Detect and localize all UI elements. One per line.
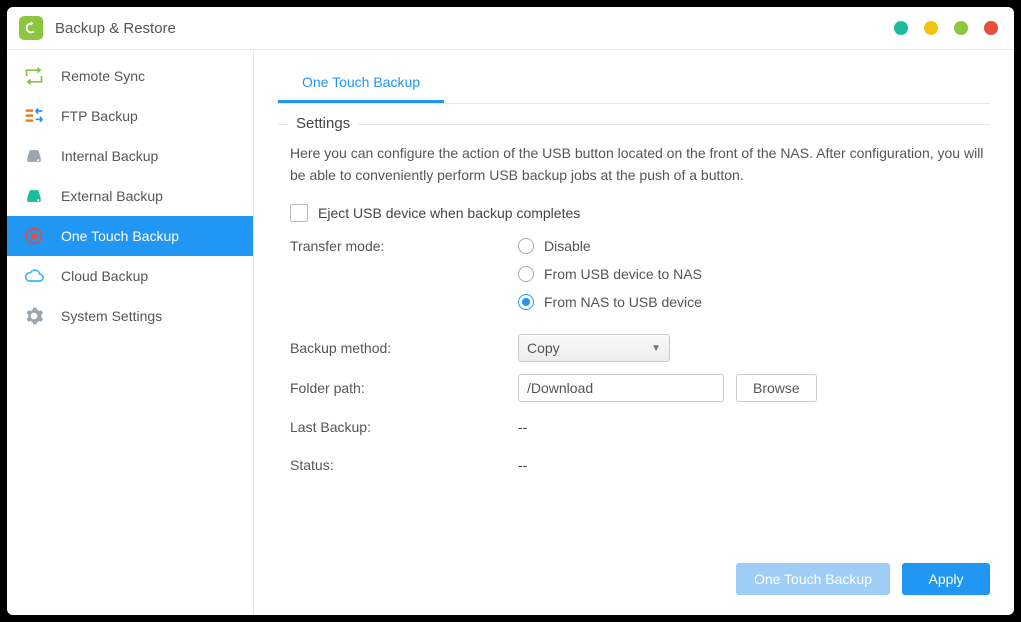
radio-icon <box>518 266 534 282</box>
last-backup-row: Last Backup: -- <box>290 414 990 440</box>
sidebar: Remote Sync FTP Backup Internal Backup E… <box>7 50 254 615</box>
internal-drive-icon <box>23 145 45 167</box>
sidebar-item-label: Internal Backup <box>61 148 158 164</box>
sidebar-item-one-touch-backup[interactable]: One Touch Backup <box>7 216 253 256</box>
method-select[interactable]: Copy ▼ <box>518 334 670 362</box>
method-row: Backup method: Copy ▼ <box>290 334 990 362</box>
radio-icon <box>518 294 534 310</box>
sidebar-item-ftp-backup[interactable]: FTP Backup <box>7 96 253 136</box>
status-value: -- <box>518 457 527 473</box>
ftp-icon <box>23 105 45 127</box>
cloud-icon <box>23 265 45 287</box>
sidebar-item-label: System Settings <box>61 308 162 324</box>
titlebar: Backup & Restore <box>7 7 1014 50</box>
sync-icon <box>23 65 45 87</box>
app-window: Backup & Restore Remote Sync FTP Backup <box>7 7 1014 615</box>
window-control-minimize[interactable] <box>894 21 908 35</box>
transfer-row: Transfer mode: Disable From USB device t… <box>290 238 990 322</box>
path-label: Folder path: <box>290 380 518 396</box>
external-drive-icon <box>23 185 45 207</box>
transfer-option-disable[interactable]: Disable <box>518 238 990 254</box>
eject-checkbox[interactable] <box>290 204 308 222</box>
sidebar-item-remote-sync[interactable]: Remote Sync <box>7 56 253 96</box>
radio-label: From NAS to USB device <box>544 294 702 310</box>
window-title: Backup & Restore <box>55 20 176 37</box>
gear-icon <box>23 305 45 327</box>
sidebar-item-label: Remote Sync <box>61 68 145 84</box>
window-controls <box>894 21 998 35</box>
one-touch-backup-button[interactable]: One Touch Backup <box>736 563 890 595</box>
sidebar-item-label: One Touch Backup <box>61 228 179 244</box>
sidebar-item-label: FTP Backup <box>61 108 138 124</box>
status-row: Status: -- <box>290 452 990 478</box>
window-control-close[interactable] <box>984 21 998 35</box>
last-backup-value: -- <box>518 419 527 435</box>
status-label: Status: <box>290 457 518 473</box>
transfer-label: Transfer mode: <box>290 238 518 254</box>
settings-legend: Settings <box>288 115 358 132</box>
apply-button[interactable]: Apply <box>902 563 990 595</box>
sidebar-item-internal-backup[interactable]: Internal Backup <box>7 136 253 176</box>
window-control-maximize[interactable] <box>954 21 968 35</box>
browse-button[interactable]: Browse <box>736 374 817 402</box>
tab-one-touch-backup[interactable]: One Touch Backup <box>278 68 444 103</box>
eject-row: Eject USB device when backup completes <box>290 200 990 226</box>
window-control-help[interactable] <box>924 21 938 35</box>
sidebar-item-system-settings[interactable]: System Settings <box>7 296 253 336</box>
eject-label: Eject USB device when backup completes <box>318 205 580 221</box>
chevron-down-icon: ▼ <box>651 343 661 354</box>
path-value: /Download <box>527 380 593 396</box>
sidebar-item-cloud-backup[interactable]: Cloud Backup <box>7 256 253 296</box>
sidebar-item-external-backup[interactable]: External Backup <box>7 176 253 216</box>
record-icon <box>23 225 45 247</box>
transfer-option-usb2nas[interactable]: From USB device to NAS <box>518 266 990 282</box>
transfer-options: Disable From USB device to NAS From NAS … <box>518 238 990 322</box>
app-icon <box>19 16 43 40</box>
sidebar-item-label: Cloud Backup <box>61 268 148 284</box>
method-label: Backup method: <box>290 340 518 356</box>
path-input[interactable]: /Download <box>518 374 724 402</box>
last-backup-label: Last Backup: <box>290 419 518 435</box>
select-value: Copy <box>527 340 560 356</box>
main-panel: One Touch Backup Settings Here you can c… <box>254 50 1014 615</box>
footer: One Touch Backup Apply <box>278 547 990 615</box>
radio-label: From USB device to NAS <box>544 266 702 282</box>
sidebar-item-label: External Backup <box>61 188 163 204</box>
settings-description: Here you can configure the action of the… <box>290 143 990 186</box>
radio-icon <box>518 238 534 254</box>
transfer-option-nas2usb[interactable]: From NAS to USB device <box>518 294 990 310</box>
radio-label: Disable <box>544 238 591 254</box>
tab-bar: One Touch Backup <box>278 68 990 104</box>
path-row: Folder path: /Download Browse <box>290 374 990 402</box>
app-body: Remote Sync FTP Backup Internal Backup E… <box>7 50 1014 615</box>
settings-fieldset: Settings Here you can configure the acti… <box>278 124 990 490</box>
